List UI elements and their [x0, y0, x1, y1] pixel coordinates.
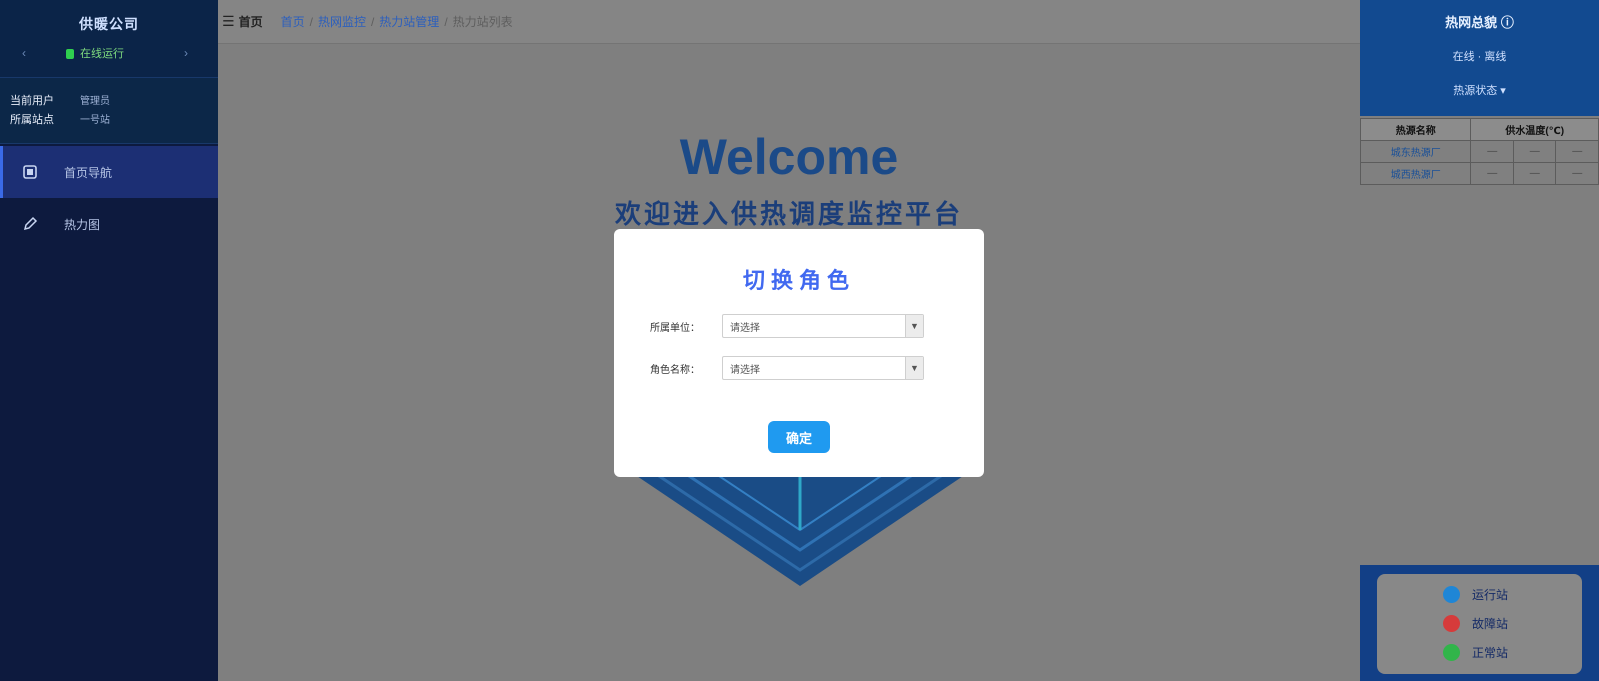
- home-icon: [22, 164, 38, 180]
- unit-label: 所属单位：: [650, 322, 700, 334]
- chevron-down-icon: ▼: [905, 315, 923, 337]
- overview-source: 热源状态 ▾: [1360, 82, 1599, 98]
- info-value: 管理员: [80, 96, 110, 107]
- app-title: 供暖公司: [79, 16, 139, 32]
- table-cell: —: [1512, 140, 1557, 163]
- welcome-heading: Welcome: [679, 129, 899, 185]
- info-key: 当前用户: [10, 94, 54, 107]
- switch-role-dialog: 切换角色 所属单位： 请选择 ▼ 角色名称： 请选择 ▼ 确定: [614, 229, 984, 477]
- decorative-graphic: [628, 470, 972, 591]
- overview-panel: 热网总貌 ⓘ 在线 · 离线 热源状态 ▾: [1360, 0, 1599, 116]
- chevron-right-icon[interactable]: ›: [184, 46, 188, 60]
- sidebar: 供暖公司 ‹ 在线运行 › 当前用户 管理员 所属站点 一号站 首页导航 热力图: [0, 0, 218, 681]
- info-row-user: 当前用户 管理员: [10, 90, 218, 109]
- info-key: 所属站点: [10, 113, 54, 126]
- breadcrumb-link[interactable]: 热网监控: [318, 13, 366, 30]
- legend-label: 正常站: [1472, 646, 1509, 660]
- breadcrumb-separator: /: [309, 14, 313, 29]
- unit-field-row: 所属单位： 请选择 ▼: [650, 314, 924, 338]
- unit-select[interactable]: 请选择 ▼: [722, 314, 924, 338]
- heat-source-table: 热源名称 供水温度(℃) 城东热源厂 — — — 城西热源厂 — — —: [1359, 118, 1599, 185]
- unit-select-value: 请选择: [730, 322, 760, 334]
- confirm-button[interactable]: 确定: [768, 421, 830, 453]
- table-cell: —: [1512, 162, 1557, 185]
- sidebar-item-home[interactable]: 首页导航: [0, 146, 218, 198]
- status-indicator: 在线运行: [66, 45, 124, 61]
- info-value: 一号站: [80, 115, 110, 126]
- sidebar-item-label: 首页导航: [64, 165, 113, 180]
- chevron-down-icon[interactable]: ▾: [1500, 85, 1506, 97]
- status-dot-icon: [66, 49, 74, 60]
- breadcrumb-current: 热力站列表: [452, 15, 513, 29]
- legend-item: 运行站: [1443, 580, 1582, 609]
- role-label: 角色名称：: [650, 364, 700, 376]
- table-cell[interactable]: 城西热源厂: [1359, 162, 1472, 185]
- sidebar-item-label: 热力图: [64, 217, 101, 232]
- chevron-left-icon[interactable]: ‹: [22, 46, 26, 60]
- table-cell: —: [1555, 140, 1599, 163]
- table-row[interactable]: 城东热源厂 — — —: [1359, 140, 1599, 163]
- table-row[interactable]: 城西热源厂 — — —: [1359, 162, 1599, 185]
- legend-dot-icon: [1443, 644, 1460, 661]
- legend-dot-icon: [1443, 615, 1460, 632]
- overview-status: 在线 · 离线: [1452, 51, 1507, 63]
- breadcrumb-link[interactable]: 热力站管理: [379, 13, 439, 30]
- table-header: 热源名称: [1359, 118, 1472, 141]
- top-bar: ☰ 首页 首页 / 热网监控 / 热力站管理 / 热力站列表: [218, 0, 1360, 44]
- sidebar-item-heatmap[interactable]: 热力图: [0, 198, 218, 250]
- menu-icon[interactable]: ☰: [222, 13, 235, 30]
- sidebar-header: 供暖公司 ‹ 在线运行 ›: [0, 0, 218, 78]
- breadcrumb: 首页 / 热网监控 / 热力站管理 / 热力站列表: [281, 13, 513, 30]
- role-select-value: 请选择: [730, 364, 760, 376]
- welcome-subtitle: 欢迎进入供热调度监控平台: [614, 199, 963, 229]
- info-row-station: 所属站点 一号站: [10, 109, 218, 128]
- overview-title-text: 热网总貌: [1445, 15, 1498, 30]
- role-field-row: 角色名称： 请选择 ▼: [650, 356, 924, 380]
- user-info: 当前用户 管理员 所属站点 一号站: [0, 78, 218, 144]
- dialog-title: 切换角色: [742, 268, 855, 293]
- table-cell: —: [1470, 162, 1514, 185]
- breadcrumb-separator: /: [370, 14, 375, 29]
- pencil-icon: [22, 216, 38, 232]
- table-cell: —: [1470, 140, 1514, 163]
- legend: 运行站 故障站 正常站: [1377, 574, 1582, 674]
- breadcrumb-separator: /: [444, 14, 448, 29]
- overview-title: 热网总貌 ⓘ: [1360, 12, 1599, 31]
- info-icon[interactable]: ⓘ: [1501, 15, 1514, 30]
- table-cell: —: [1555, 162, 1599, 185]
- table-header: 供水温度(℃): [1470, 118, 1599, 141]
- legend-label: 运行站: [1472, 588, 1509, 602]
- breadcrumb-link[interactable]: 首页: [281, 13, 305, 30]
- legend-panel: 运行站 故障站 正常站: [1360, 565, 1599, 681]
- status-text: 在线运行: [80, 48, 124, 60]
- legend-dot-icon: [1443, 586, 1460, 603]
- sidebar-menu: 首页导航 热力图: [0, 146, 218, 250]
- legend-item: 故障站: [1443, 609, 1582, 638]
- chevron-down-icon: ▼: [905, 357, 923, 379]
- page-title: 首页: [238, 15, 263, 29]
- table-cell[interactable]: 城东热源厂: [1359, 140, 1472, 163]
- role-select[interactable]: 请选择 ▼: [722, 356, 924, 380]
- legend-label: 故障站: [1472, 617, 1509, 631]
- legend-item: 正常站: [1443, 638, 1582, 667]
- table-header-row: 热源名称 供水温度(℃): [1359, 118, 1599, 141]
- overview-source-text: 热源状态: [1453, 85, 1498, 97]
